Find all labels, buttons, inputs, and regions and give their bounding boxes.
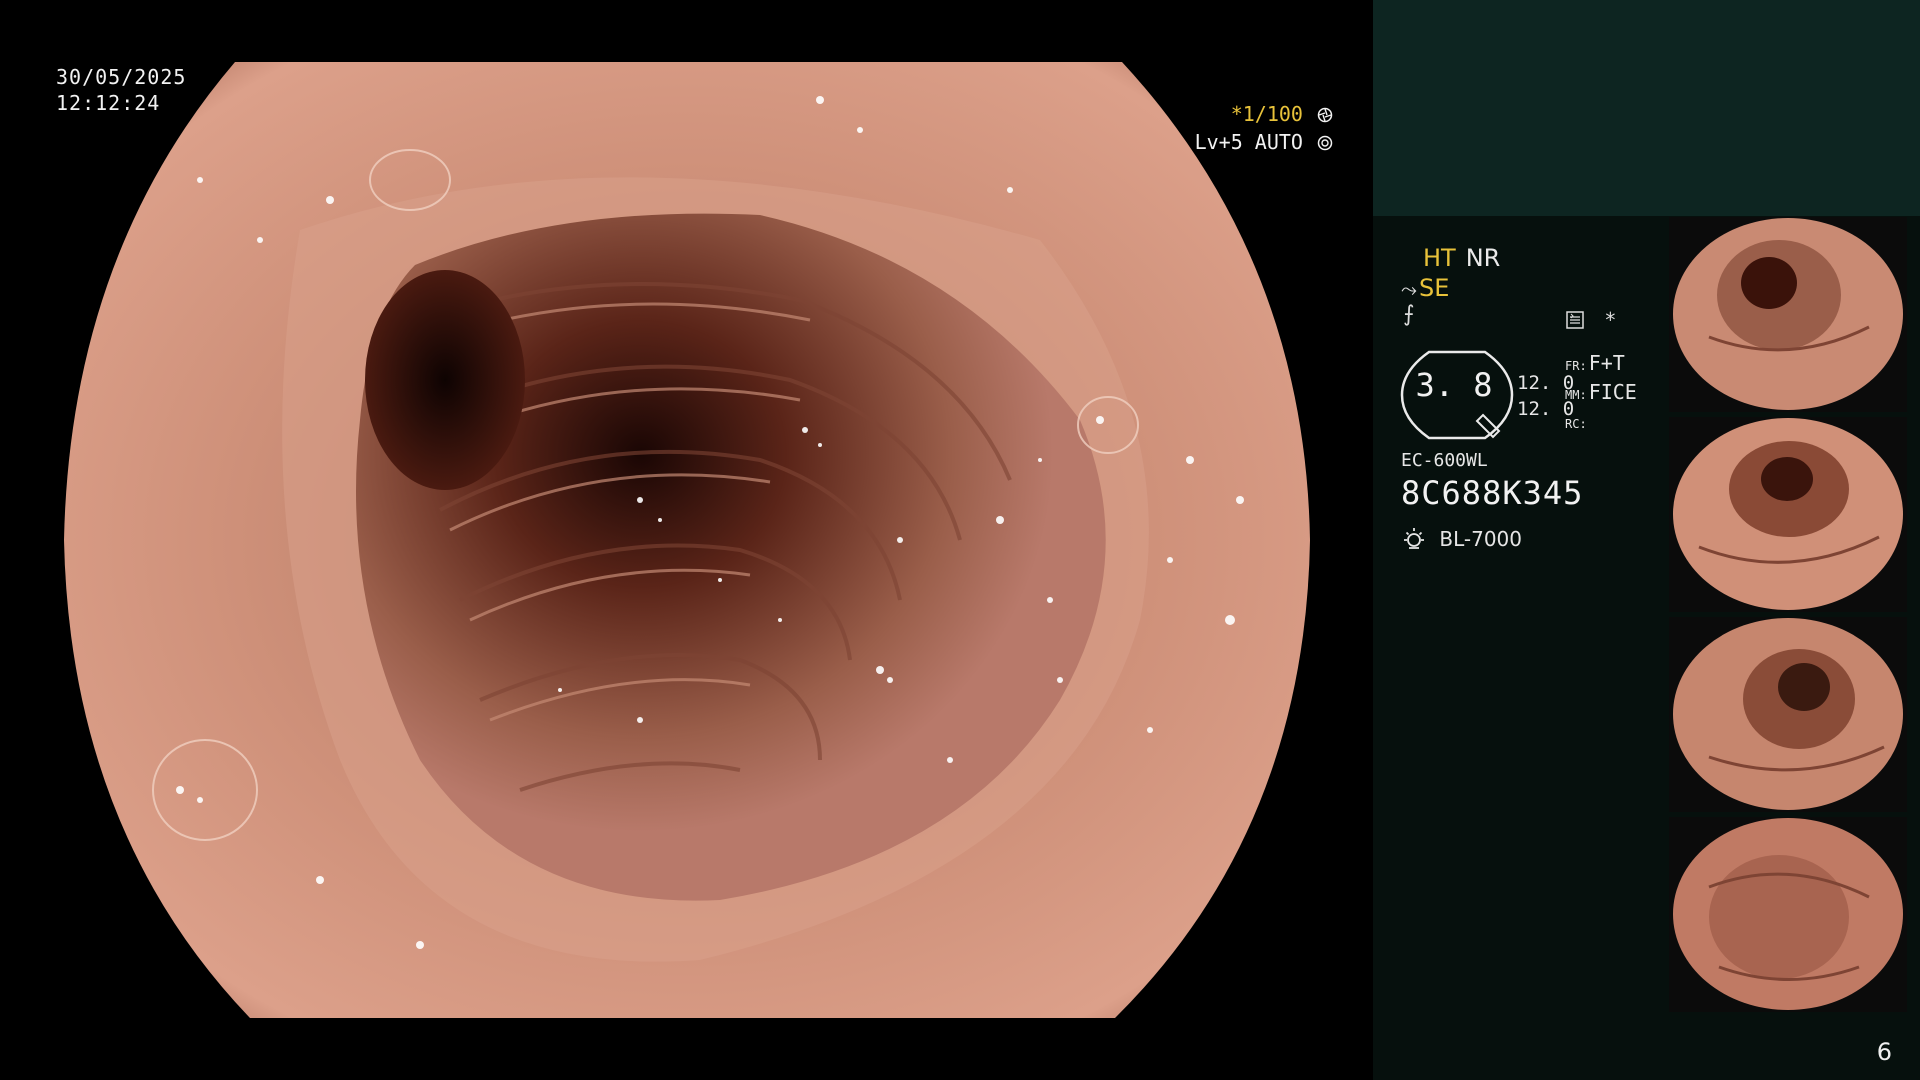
capture-thumbnail[interactable] <box>1669 617 1907 812</box>
light-source-text: BL-7000 <box>1439 527 1522 551</box>
shutter-text: *1/100 <box>1230 102 1303 126</box>
thumbnail-image <box>1669 617 1907 812</box>
endoscopy-screen: 30/05/2025 12:12:24 *1/100 Lv+5 AUTO HT … <box>0 0 1920 1080</box>
ht-nr-row: HT NR <box>1423 244 1500 272</box>
scope-serial-number: 8C688K345 <box>1401 474 1584 512</box>
scope-model: EC-600WL <box>1401 450 1488 471</box>
time-text: 12:12:24 <box>56 91 161 115</box>
panel-header-area <box>1373 0 1920 216</box>
nr-indicator: NR <box>1465 244 1501 272</box>
mm-value: FICE <box>1588 380 1637 404</box>
thumbnail-image <box>1669 417 1907 612</box>
thumbnail-image <box>1669 217 1907 412</box>
fr-label: FR: <box>1565 359 1587 373</box>
se-row: ⤳SE <box>1401 274 1449 302</box>
capture-thumbnail[interactable] <box>1669 417 1907 612</box>
freeze-row: ⨍ <box>1403 302 1414 327</box>
fr-value: F+T <box>1588 351 1625 375</box>
asterisk-indicator: * <box>1605 308 1616 332</box>
mm-row: MM: FICE <box>1565 379 1637 408</box>
aperture-icon <box>1317 107 1333 123</box>
fr-row: FR: F+T <box>1565 350 1637 379</box>
structure-enhance-icon: ⤳ <box>1401 277 1417 301</box>
page-number: 6 <box>1876 1038 1892 1066</box>
rc-row: RC: <box>1565 408 1637 437</box>
shutter-row: *1/100 <box>1195 100 1333 128</box>
exposure-readout: *1/100 Lv+5 AUTO <box>1195 100 1333 156</box>
ht-indicator: HT <box>1423 244 1456 272</box>
rc-label: RC: <box>1565 417 1587 431</box>
gauge-value: 3. 8 <box>1415 366 1493 404</box>
date-time-readout: 30/05/2025 12:12:24 <box>56 64 186 116</box>
date-text: 30/05/2025 <box>56 65 187 89</box>
iris-text: Lv+5 AUTO <box>1194 130 1303 154</box>
se-indicator: SE <box>1419 274 1450 302</box>
capture-thumbnail[interactable] <box>1669 217 1907 412</box>
thumbnail-image <box>1669 817 1907 1012</box>
iris-row: Lv+5 AUTO <box>1195 128 1333 156</box>
capture-thumbnail[interactable] <box>1669 817 1907 1012</box>
endoscope-image <box>64 62 1310 1018</box>
mm-label: MM: <box>1565 388 1587 402</box>
status-icons-row: * <box>1565 308 1615 332</box>
lamp-icon <box>1404 528 1424 549</box>
endoscope-main-view: 30/05/2025 12:12:24 *1/100 Lv+5 AUTO <box>0 0 1373 1080</box>
info-side-panel: HT NR ⤳SE ⨍ * 3. 8 12. 0 12. 0 FR: F+T M… <box>1373 0 1920 1080</box>
freeze-icon: ⨍ <box>1403 302 1415 327</box>
iris-icon <box>1317 135 1333 151</box>
processor-info: HT NR ⤳SE ⨍ * 3. 8 12. 0 12. 0 FR: F+T M… <box>1373 216 1668 1080</box>
memo-icon <box>1566 311 1584 329</box>
light-source-row: BL-7000 <box>1401 526 1522 552</box>
mode-labels: FR: F+T MM: FICE RC: <box>1565 350 1637 437</box>
